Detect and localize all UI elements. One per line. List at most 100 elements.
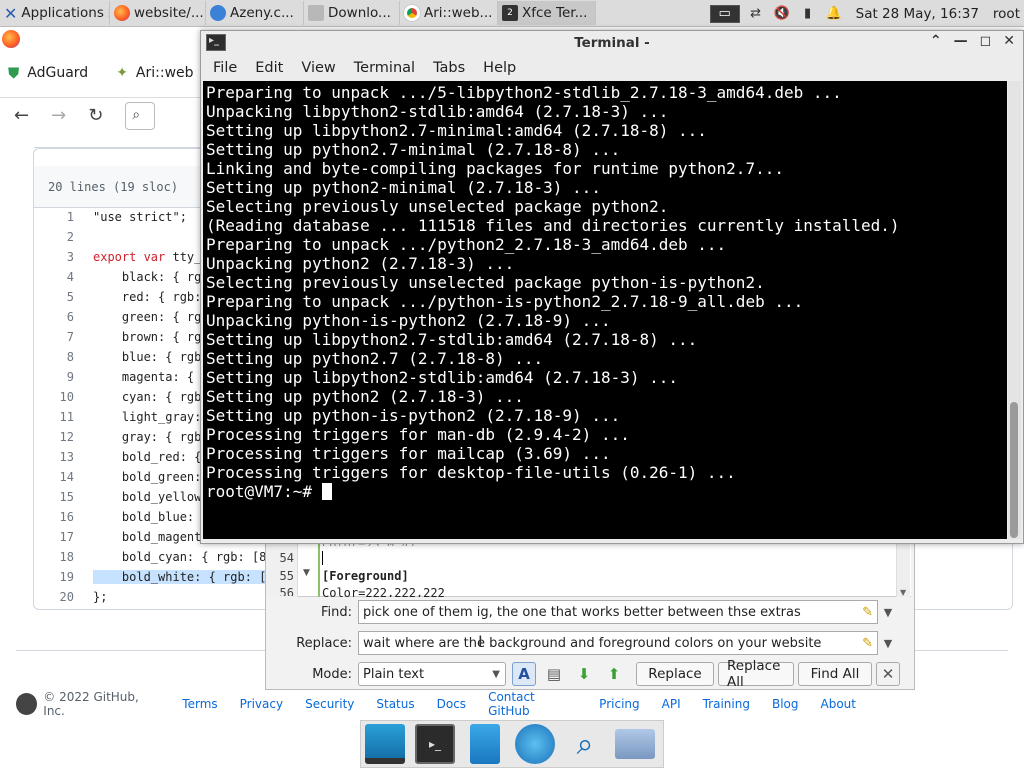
desktop-icon[interactable] — [365, 724, 405, 764]
replace-input[interactable]: wait where are the background and foregr… — [358, 631, 878, 655]
code-keyword: export var — [93, 250, 166, 264]
footer-link-blog[interactable]: Blog — [772, 697, 799, 711]
battery-icon[interactable]: ▮ — [798, 5, 818, 23]
menu-edit[interactable]: Edit — [255, 60, 283, 76]
replace-row: Replace: wait where are the background a… — [270, 630, 910, 656]
footer-link-training[interactable]: Training — [703, 697, 750, 711]
footer-link-contact[interactable]: Contact GitHub — [488, 690, 577, 718]
code-text: bold_yellow — [93, 490, 202, 504]
task-azeny[interactable]: Azeny.c... — [206, 1, 304, 25]
file-manager-icon[interactable] — [470, 724, 500, 764]
network-icon[interactable]: ⇄ — [746, 5, 766, 23]
url-bar[interactable]: ⌕ — [125, 101, 156, 130]
replace-history-dropdown[interactable]: ▼ — [878, 637, 898, 650]
footer-link-status[interactable]: Status — [376, 697, 414, 711]
firefox-tab-icon[interactable] — [2, 30, 20, 48]
footer-link-terms[interactable]: Terms — [182, 697, 217, 711]
code-line-number[interactable]: 20 — [34, 590, 74, 604]
find-history-dropdown[interactable]: ▼ — [878, 606, 898, 619]
menu-help[interactable]: Help — [483, 60, 516, 76]
code-line-number[interactable]: 17 — [34, 530, 74, 544]
menu-view[interactable]: View — [301, 60, 335, 76]
footer-link-pricing[interactable]: Pricing — [599, 697, 639, 711]
shade-chevron-icon[interactable]: ⌃ — [930, 33, 942, 49]
task-chrome-ari[interactable]: Ari::web... — [400, 1, 498, 25]
menu-terminal[interactable]: Terminal — [354, 60, 415, 76]
find-previous-arrow-icon[interactable]: ⬆ — [602, 662, 626, 686]
code-line-number[interactable]: 13 — [34, 450, 74, 464]
terminal-line: Preparing to unpack .../5-libpython2-std… — [206, 83, 842, 102]
find-all-button[interactable]: Find All — [798, 662, 872, 686]
puzzle-icon: ✦ — [116, 65, 128, 81]
maximize-icon[interactable]: ◻ — [980, 33, 992, 49]
footer: © 2022 GitHub, Inc. Terms Privacy Securi… — [16, 690, 856, 718]
user-name[interactable]: root — [993, 6, 1020, 22]
in-selection-icon[interactable]: ▤ — [542, 662, 566, 686]
github-logo-icon[interactable] — [16, 693, 38, 715]
terminal-line: Selecting previously unselected package … — [206, 197, 669, 216]
forward-icon[interactable]: → — [51, 105, 66, 126]
footer-link-privacy[interactable]: Privacy — [240, 697, 283, 711]
task-downloads[interactable]: Downlo... — [304, 1, 400, 25]
folder-icon[interactable] — [615, 729, 655, 759]
scrollbar-thumb[interactable] — [1010, 402, 1018, 538]
close-icon[interactable]: ✕ — [1003, 33, 1015, 49]
clear-broom-icon[interactable]: ✎ — [862, 605, 873, 620]
replace-button[interactable]: Replace — [636, 662, 714, 686]
settings-tools-icon[interactable]: ✕ — [876, 662, 900, 686]
footer-link-security[interactable]: Security — [305, 697, 354, 711]
terminal-title-bar[interactable]: ▸_ Terminal - ⌃ — ◻ ✕ — [201, 31, 1023, 55]
code-line-number[interactable]: 1 — [34, 210, 74, 224]
match-case-icon[interactable]: A — [512, 662, 536, 686]
terminal-tray-icon[interactable]: ▭ — [709, 4, 740, 23]
code-line-number[interactable]: 5 — [34, 290, 74, 304]
volume-icon[interactable]: 🔇 — [772, 5, 792, 23]
replace-all-button[interactable]: Replace All — [718, 658, 794, 690]
back-icon[interactable]: ← — [14, 105, 29, 126]
code-line-number[interactable]: 4 — [34, 270, 74, 284]
code-line-number[interactable]: 18 — [34, 550, 74, 564]
clear-broom-icon[interactable]: ✎ — [862, 636, 873, 651]
terminal-icon[interactable]: ▸_ — [415, 724, 455, 764]
code-line-number[interactable]: 10 — [34, 390, 74, 404]
code-line-number[interactable]: 15 — [34, 490, 74, 504]
code-line-number[interactable]: 8 — [34, 350, 74, 364]
menu-tabs[interactable]: Tabs — [433, 60, 465, 76]
task-xfce-terminal[interactable]: 2 Xfce Ter... — [498, 1, 596, 25]
code-text: brown: { rg — [93, 330, 202, 344]
fold-arrow-icon[interactable]: ▼ — [303, 568, 310, 578]
code-line-number[interactable]: 11 — [34, 410, 74, 424]
footer-link-docs[interactable]: Docs — [437, 697, 466, 711]
find-input[interactable]: pick one of them ig, the one that works … — [358, 600, 878, 624]
code-line-number[interactable]: 14 — [34, 470, 74, 484]
editor-scrollbar[interactable]: ▼ — [896, 540, 910, 597]
browser-globe-icon[interactable] — [515, 724, 555, 764]
bookmark-ari-web[interactable]: Ari::web — [136, 65, 194, 81]
bookmark-adguard[interactable]: AdGuard — [27, 65, 88, 81]
applications-menu-button[interactable]: ✕ Applications☰ — [0, 1, 110, 25]
code-line-number[interactable]: 7 — [34, 330, 74, 344]
clock[interactable]: Sat 28 May, 16:37 — [856, 6, 979, 22]
code-line-number[interactable]: 12 — [34, 430, 74, 444]
code-line-number[interactable]: 19 — [34, 570, 74, 584]
browser-nav-bar: ← → ↻ ⌕ — [0, 97, 200, 133]
search-icon[interactable]: ⌕ — [565, 724, 605, 764]
footer-link-api[interactable]: API — [662, 697, 681, 711]
code-line-number[interactable]: 6 — [34, 310, 74, 324]
code-line-number[interactable]: 3 — [34, 250, 74, 264]
menu-file[interactable]: File — [213, 60, 237, 76]
mode-select[interactable]: Plain text ▼ — [358, 662, 506, 686]
reload-icon[interactable]: ↻ — [88, 105, 103, 126]
task-firefox-website[interactable]: website/... — [110, 1, 206, 25]
top-panel: ✕ Applications☰ website/... Azeny.c... D… — [0, 0, 1024, 27]
line-number: 56 — [279, 586, 294, 596]
notification-bell-icon[interactable]: 🔔 — [824, 5, 844, 23]
code-line-number[interactable]: 16 — [34, 510, 74, 524]
code-line-number[interactable]: 2 — [34, 230, 74, 244]
minimize-icon[interactable]: — — [954, 33, 968, 49]
terminal-line: Processing triggers for mailcap (3.69) .… — [206, 444, 611, 463]
terminal-output[interactable]: Preparing to unpack .../5-libpython2-std… — [203, 81, 1007, 539]
find-next-arrow-icon[interactable]: ⬇ — [572, 662, 596, 686]
footer-link-about[interactable]: About — [821, 697, 856, 711]
code-line-number[interactable]: 9 — [34, 370, 74, 384]
